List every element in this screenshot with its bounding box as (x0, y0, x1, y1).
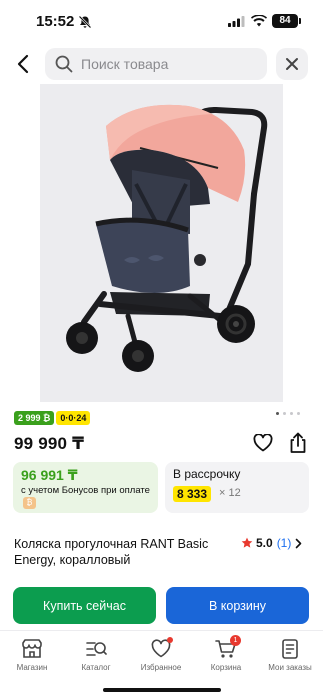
nav-label: Магазин (16, 663, 48, 672)
nav-label: Корзина (210, 663, 242, 672)
product-price: 99 990 ₸ (14, 434, 85, 453)
catalog-icon (86, 642, 107, 656)
bell-off-icon (78, 15, 92, 29)
notification-dot (167, 637, 173, 643)
bonus-badge: 2 999 ₿ (14, 411, 55, 425)
star-icon (241, 537, 253, 548)
installment-card[interactable]: В рассрочку 8 333 × 12 (165, 462, 309, 513)
bonus-price-card[interactable]: 96 991 ₸ с учетом Бонусов при оплате ₿ (13, 462, 158, 513)
nav-label: Каталог (81, 663, 111, 672)
nav-item-orders[interactable]: Мои заказы (258, 639, 322, 672)
close-button[interactable] (276, 48, 308, 80)
nav-item-shop[interactable]: Магазин (0, 639, 64, 672)
search-icon (55, 55, 73, 73)
home-indicator (103, 688, 221, 692)
rating-value: 5.0 (256, 536, 273, 550)
status-time: 15:52 (36, 13, 75, 30)
stroller-image (66, 104, 268, 372)
search-box[interactable] (45, 48, 267, 80)
search-input[interactable] (81, 48, 261, 80)
orders-icon (282, 639, 298, 659)
status-bar: 15:52 84 (0, 0, 323, 44)
nav-label: Мои заказы (268, 663, 312, 672)
installment-label: В рассрочку (173, 467, 241, 481)
pagination-dot[interactable] (297, 412, 300, 415)
bonus-note-text: с учетом Бонусов при оплате (21, 485, 150, 496)
back-icon[interactable] (14, 52, 34, 76)
nav-item-cart[interactable]: 1 Корзина (194, 635, 258, 672)
nav-label: Избранное (140, 663, 182, 672)
product-title: Коляска прогулочная RANT Basic Energy, к… (14, 537, 209, 567)
nav-item-catalog[interactable]: Каталог (64, 639, 128, 672)
image-pagination (276, 412, 300, 415)
add-to-cart-button[interactable]: В корзину (166, 587, 309, 624)
pagination-dot[interactable] (290, 412, 293, 415)
installment-amount: 8 333 (173, 486, 212, 502)
rating[interactable]: 5.0 (1) (241, 536, 302, 550)
signal-icon (228, 16, 245, 27)
product-image[interactable] (40, 84, 283, 402)
bonus-coin-icon: ₿ (23, 497, 36, 509)
favorite-heart-icon[interactable] (253, 434, 273, 452)
nav-item-favorites[interactable]: Избранное (129, 637, 193, 672)
pagination-dot[interactable] (283, 412, 286, 415)
cart-count-badge: 1 (230, 635, 241, 646)
battery-icon: 84 (272, 14, 301, 28)
wifi-icon (251, 15, 267, 27)
chevron-right-icon (296, 538, 302, 548)
reviews-count[interactable]: (1) (277, 536, 292, 550)
badges: 2 999 ₿ 0·0·24 (14, 411, 91, 425)
header (0, 46, 323, 82)
buy-now-button[interactable]: Купить сейчас (13, 587, 156, 624)
close-icon (286, 58, 298, 70)
bonus-price: 96 991 ₸ (21, 467, 78, 483)
bonus-note: с учетом Бонусов при оплате ₿ (21, 485, 153, 510)
shop-icon (22, 639, 42, 658)
share-icon[interactable] (288, 432, 308, 454)
installment-badge: 0·0·24 (56, 411, 91, 425)
pagination-dot[interactable] (276, 412, 279, 415)
installment-multiplier: × 12 (219, 487, 241, 499)
